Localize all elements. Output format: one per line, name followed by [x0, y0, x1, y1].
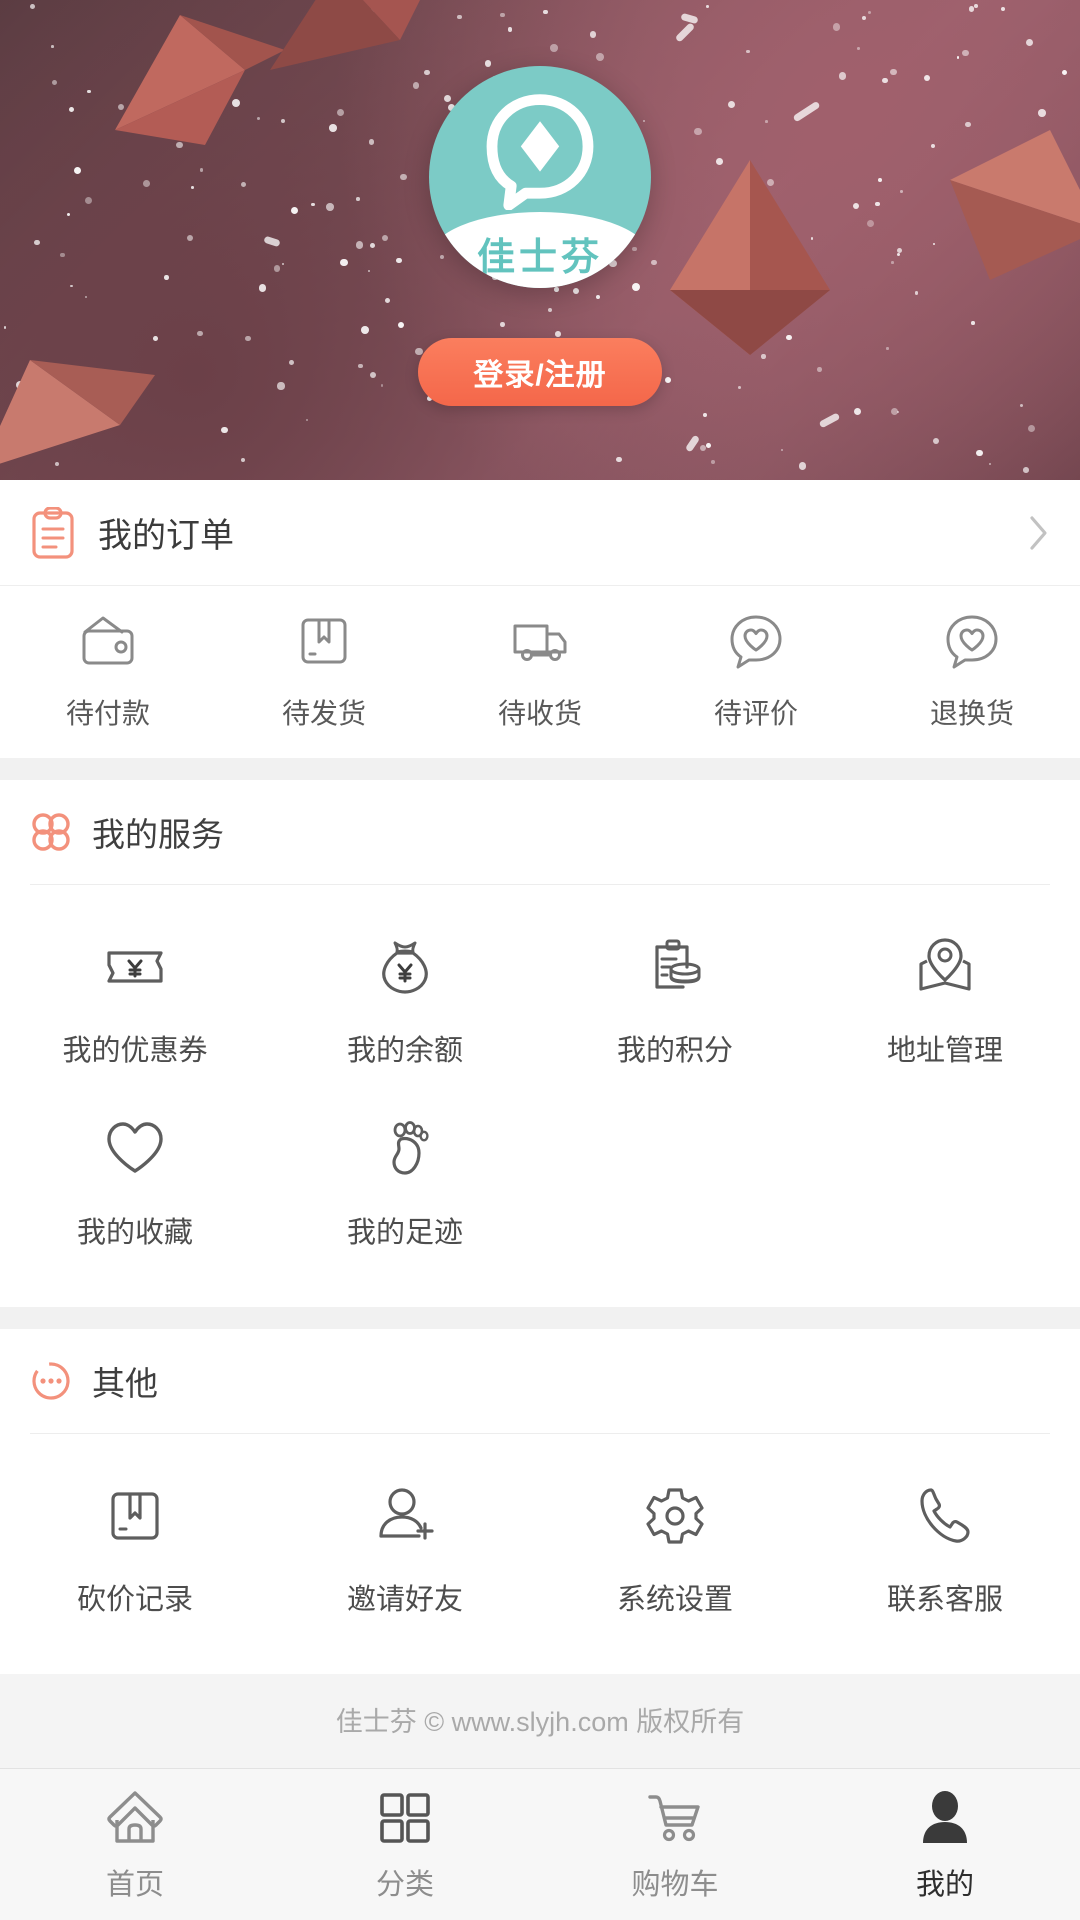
other-item-label: 联系客服 — [886, 1584, 1003, 1616]
other-item-invite-friends[interactable]: 邀请好友 — [270, 1462, 540, 1644]
service-item-label: 地址管理 — [886, 1035, 1003, 1067]
polygon-shard-decoration — [670, 160, 830, 355]
footprint-icon — [392, 1121, 429, 1175]
gear-icon — [646, 1488, 704, 1544]
person-icon — [923, 1790, 967, 1843]
service-item-points[interactable]: 我的积分 — [540, 913, 810, 1095]
other-card: 其他 砍价记录 邀请好友 系统设置 联系客服 — [0, 1329, 1080, 1674]
login-register-button[interactable]: 登录/注册 — [418, 338, 662, 406]
service-item-label: 我的积分 — [616, 1035, 733, 1067]
logo-name-plate: 佳士芬 — [429, 212, 651, 288]
other-section-header: 其他 — [0, 1329, 1080, 1433]
profile-hero-banner: 佳士芬 登录/注册 — [0, 0, 1080, 480]
section-gap — [0, 1307, 1080, 1329]
home-icon — [107, 1790, 163, 1843]
service-item-balance[interactable]: 我的余额 — [270, 913, 540, 1095]
order-status-label: 待发货 — [281, 698, 366, 729]
cart-icon — [648, 1794, 700, 1841]
tab-home[interactable]: 首页 — [0, 1787, 270, 1903]
bottom-tab-bar: 首页 分类 购物车 我的 — [0, 1768, 1080, 1920]
section-gap — [0, 758, 1080, 780]
grid-icon — [380, 1792, 430, 1843]
chevron-right-icon — [1030, 515, 1047, 550]
service-item-label: 我的收藏 — [76, 1217, 193, 1249]
chat-diamond-logo-icon — [486, 94, 594, 210]
other-item-system-settings[interactable]: 系统设置 — [540, 1462, 810, 1644]
other-section-title: 其他 — [92, 1365, 158, 1402]
copyright-text: 佳士芬 © www.slyjh.com 版权所有 — [335, 1707, 745, 1737]
order-status-pending-receipt[interactable]: 待收货 — [432, 610, 648, 732]
map-pin-icon — [919, 938, 971, 991]
tab-profile[interactable]: 我的 — [810, 1787, 1080, 1903]
my-orders-row[interactable]: 我的订单 — [0, 480, 1080, 586]
logo-brand-text: 佳士芬 — [476, 236, 603, 279]
services-card: 我的服务 我的优惠券 我的余额 我的积分 地址管理 我的收藏 我的足迹 — [0, 780, 1080, 1307]
order-status-pending-shipment[interactable]: 待发货 — [216, 610, 432, 732]
money-bag-icon — [382, 941, 428, 994]
wallet-icon — [82, 616, 134, 665]
user-plus-icon — [379, 1488, 434, 1540]
service-item-label: 我的足迹 — [346, 1217, 463, 1249]
tab-label: 首页 — [105, 1868, 164, 1901]
services-grid: 我的优惠券 我的余额 我的积分 地址管理 我的收藏 我的足迹 — [0, 885, 1080, 1307]
polygon-shard-decoration — [270, 0, 420, 70]
circle-ellipsis-icon — [32, 1362, 70, 1400]
other-item-label: 砍价记录 — [76, 1584, 193, 1616]
order-status-label: 待付款 — [65, 698, 150, 729]
heart-bubble-icon — [730, 615, 782, 669]
heart-icon — [107, 1122, 163, 1173]
truck-icon — [513, 624, 567, 661]
service-item-favorites[interactable]: 我的收藏 — [0, 1095, 270, 1277]
tab-cart[interactable]: 购物车 — [540, 1787, 810, 1903]
order-status-pending-review[interactable]: 待评价 — [648, 610, 864, 732]
package-icon — [301, 618, 347, 664]
services-section-header: 我的服务 — [0, 780, 1080, 884]
order-status-label: 退换货 — [929, 698, 1014, 729]
phone-icon — [920, 1488, 970, 1543]
service-item-footprints[interactable]: 我的足迹 — [270, 1095, 540, 1277]
clipboard-icon — [32, 506, 74, 559]
heart-bubble-icon — [946, 615, 998, 669]
order-status-returns[interactable]: 退换货 — [864, 610, 1080, 732]
order-status-pending-payment[interactable]: 待付款 — [0, 610, 216, 732]
other-grid: 砍价记录 邀请好友 系统设置 联系客服 — [0, 1434, 1080, 1674]
brand-logo: 佳士芬 — [429, 66, 651, 288]
polygon-shard-decoration — [950, 130, 1080, 280]
package-icon — [111, 1492, 159, 1540]
polygon-shard-decoration — [0, 360, 155, 464]
order-status-strip: 待付款 待发货 待收货 待评价 退换货 — [0, 586, 1080, 758]
services-section-title: 我的服务 — [92, 816, 224, 853]
other-item-bargain-records[interactable]: 砍价记录 — [0, 1462, 270, 1644]
service-item-coupons[interactable]: 我的优惠券 — [0, 913, 270, 1095]
tab-label: 我的 — [915, 1868, 974, 1901]
tab-label: 购物车 — [631, 1868, 719, 1901]
tab-label: 分类 — [375, 1868, 434, 1901]
service-item-address[interactable]: 地址管理 — [810, 913, 1080, 1095]
footer-copyright: 佳士芬 © www.slyjh.com 版权所有 — [0, 1674, 1080, 1770]
order-status-label: 待评价 — [713, 698, 798, 729]
flower-four-circles-icon — [32, 813, 70, 851]
service-item-label: 我的余额 — [346, 1035, 463, 1067]
order-status-label: 待收货 — [497, 698, 582, 729]
other-item-label: 系统设置 — [616, 1584, 733, 1616]
service-item-label: 我的优惠券 — [62, 1035, 208, 1067]
points-coins-icon — [655, 939, 701, 989]
app-screen: 佳士芬 登录/注册 我的订单 待付款 待发货 待收货 待评价 退换货 我的服务 … — [0, 0, 1080, 1920]
coupon-ticket-icon — [107, 951, 163, 983]
other-item-contact-support[interactable]: 联系客服 — [810, 1462, 1080, 1644]
other-item-label: 邀请好友 — [346, 1584, 463, 1616]
orders-card: 我的订单 待付款 待发货 待收货 待评价 退换货 — [0, 480, 1080, 758]
tab-categories[interactable]: 分类 — [270, 1787, 540, 1903]
my-orders-label: 我的订单 — [98, 517, 234, 555]
